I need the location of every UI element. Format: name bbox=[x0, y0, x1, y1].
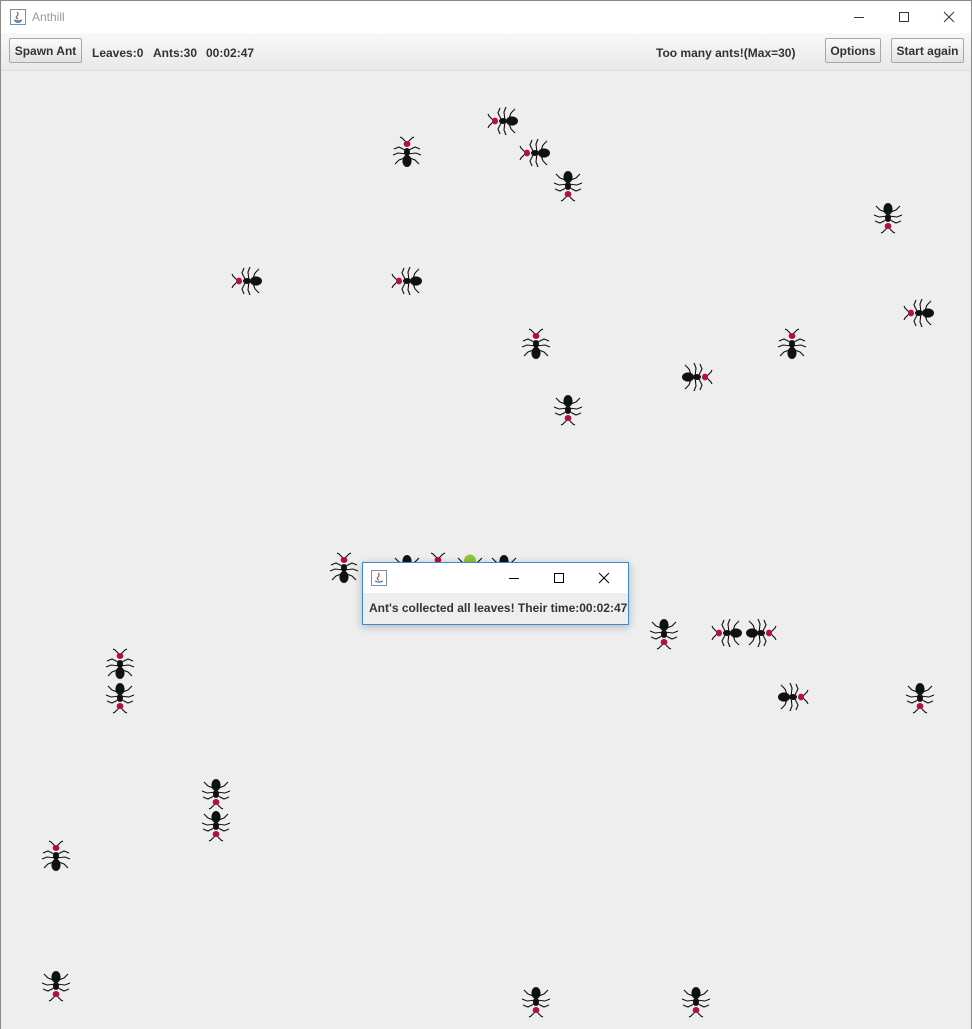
minimize-button[interactable] bbox=[836, 1, 882, 33]
ant-icon bbox=[39, 840, 73, 874]
window-title: Anthill bbox=[32, 10, 65, 24]
ant-icon bbox=[103, 648, 137, 682]
ant-icon bbox=[390, 136, 424, 170]
ant-icon bbox=[871, 200, 905, 234]
minimize-icon bbox=[854, 17, 864, 18]
ants-counter: Ants:30 bbox=[153, 46, 198, 60]
leaves-counter: Leaves:0 bbox=[92, 46, 144, 60]
close-button[interactable] bbox=[926, 1, 971, 33]
dialog-maximize-button[interactable] bbox=[537, 563, 581, 593]
ant-icon bbox=[39, 968, 73, 1002]
ant-icon bbox=[551, 392, 585, 426]
ant-icon bbox=[743, 616, 777, 650]
title-bar: Anthill bbox=[1, 1, 971, 33]
ant-icon bbox=[487, 104, 521, 138]
ant-icon bbox=[199, 808, 233, 842]
ant-field bbox=[1, 71, 971, 1029]
ant-icon bbox=[519, 136, 553, 170]
anthill-window: Anthill Spawn Ant Leaves:0 Ants:30 00:02… bbox=[0, 0, 972, 1029]
timer: 00:02:47 bbox=[206, 46, 255, 60]
dialog-minimize-button[interactable] bbox=[492, 563, 536, 593]
ant-icon bbox=[679, 984, 713, 1018]
minimize-icon bbox=[509, 578, 519, 579]
spawn-ant-button[interactable]: Spawn Ant bbox=[9, 38, 82, 63]
close-icon bbox=[598, 572, 610, 584]
java-icon bbox=[10, 9, 26, 25]
result-dialog: Ant's collected all leaves! Their time:0… bbox=[362, 562, 629, 625]
dialog-title-bar bbox=[363, 563, 628, 593]
ant-icon bbox=[647, 616, 681, 650]
status-message: Too many ants!(Max=30) bbox=[656, 46, 796, 60]
close-icon bbox=[943, 11, 955, 23]
ant-icon bbox=[327, 552, 361, 586]
dialog-close-button[interactable] bbox=[582, 563, 626, 593]
dialog-java-icon bbox=[371, 570, 387, 586]
ant-icon bbox=[391, 264, 425, 298]
ant-icon bbox=[231, 264, 265, 298]
ant-icon bbox=[519, 328, 553, 362]
maximize-icon bbox=[554, 573, 564, 583]
options-button[interactable]: Options bbox=[825, 38, 881, 63]
ant-icon bbox=[519, 984, 553, 1018]
ant-icon bbox=[775, 328, 809, 362]
ant-icon bbox=[679, 360, 713, 394]
ant-icon bbox=[103, 680, 137, 714]
dialog-message: Ant's collected all leaves! Their time:0… bbox=[369, 601, 628, 615]
start-again-button[interactable]: Start again bbox=[891, 38, 964, 63]
ant-icon bbox=[551, 168, 585, 202]
maximize-icon bbox=[899, 12, 909, 22]
maximize-button[interactable] bbox=[881, 1, 927, 33]
toolbar: Spawn Ant Leaves:0 Ants:30 00:02:47 Too … bbox=[1, 33, 971, 71]
ant-icon bbox=[903, 680, 937, 714]
ant-icon bbox=[903, 296, 937, 330]
ant-icon bbox=[199, 776, 233, 810]
ant-icon bbox=[711, 616, 745, 650]
ant-icon bbox=[775, 680, 809, 714]
